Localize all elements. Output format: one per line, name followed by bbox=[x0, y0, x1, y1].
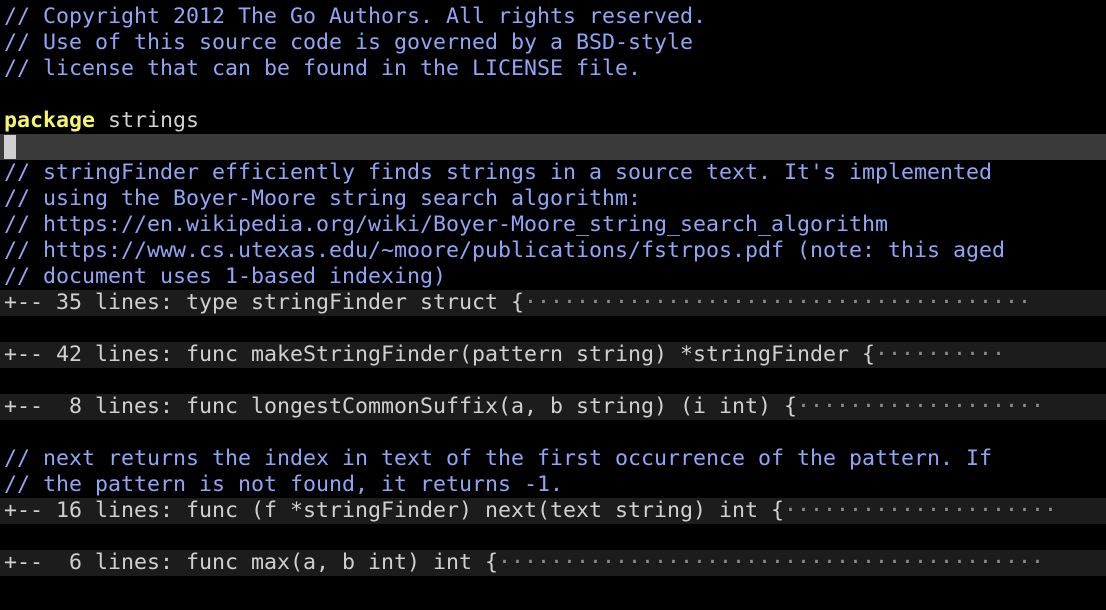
package-name: strings bbox=[95, 108, 200, 133]
comment-line: // next returns the index in text of the… bbox=[4, 446, 993, 471]
fold-fill: ········································… bbox=[498, 550, 1045, 575]
comment-line: // stringFinder efficiently finds string… bbox=[4, 160, 993, 185]
comment-line: // using the Boyer-Moore string search a… bbox=[4, 186, 642, 211]
fold-fill: ······································· bbox=[524, 290, 1032, 315]
fold-text: +-- 16 lines: func (f *stringFinder) nex… bbox=[4, 498, 785, 523]
package-line: package strings bbox=[0, 108, 1106, 134]
code-editor[interactable]: // Copyright 2012 The Go Authors. All ri… bbox=[0, 0, 1106, 610]
fold-text: +-- 8 lines: func longestCommonSuffix(a,… bbox=[4, 394, 798, 419]
comment-line: // the pattern is not found, it returns … bbox=[4, 472, 564, 497]
fold-fill: ··················· bbox=[797, 394, 1045, 419]
fold-line[interactable]: +-- 42 lines: func makeStringFinder(patt… bbox=[0, 342, 1106, 368]
fold-line[interactable]: +-- 16 lines: func (f *stringFinder) nex… bbox=[0, 498, 1106, 524]
comment-line: // license that can be found in the LICE… bbox=[4, 56, 642, 81]
fold-text: +-- 42 lines: func makeStringFinder(patt… bbox=[4, 342, 876, 367]
fold-fill: ····················· bbox=[784, 498, 1058, 523]
cursor-line[interactable] bbox=[0, 134, 1106, 160]
fold-text: +-- 6 lines: func max(a, b int) int { bbox=[4, 550, 499, 575]
package-keyword: package bbox=[4, 108, 96, 133]
fold-text: +-- 35 lines: type stringFinder struct { bbox=[4, 290, 525, 315]
text-cursor bbox=[4, 135, 16, 159]
comment-line: // document uses 1-based indexing) bbox=[4, 264, 447, 289]
fold-line[interactable]: +-- 6 lines: func max(a, b int) int {···… bbox=[0, 550, 1106, 576]
comment-line: // https://www.cs.utexas.edu/~moore/publ… bbox=[4, 238, 1006, 263]
fold-line[interactable]: +-- 35 lines: type stringFinder struct {… bbox=[0, 290, 1106, 316]
comment-line: // Copyright 2012 The Go Authors. All ri… bbox=[4, 4, 707, 29]
fold-fill: ·········· bbox=[875, 342, 1006, 367]
comment-line: // Use of this source code is governed b… bbox=[4, 30, 694, 55]
fold-line[interactable]: +-- 8 lines: func longestCommonSuffix(a,… bbox=[0, 394, 1106, 420]
comment-line: // https://en.wikipedia.org/wiki/Boyer-M… bbox=[4, 212, 889, 237]
